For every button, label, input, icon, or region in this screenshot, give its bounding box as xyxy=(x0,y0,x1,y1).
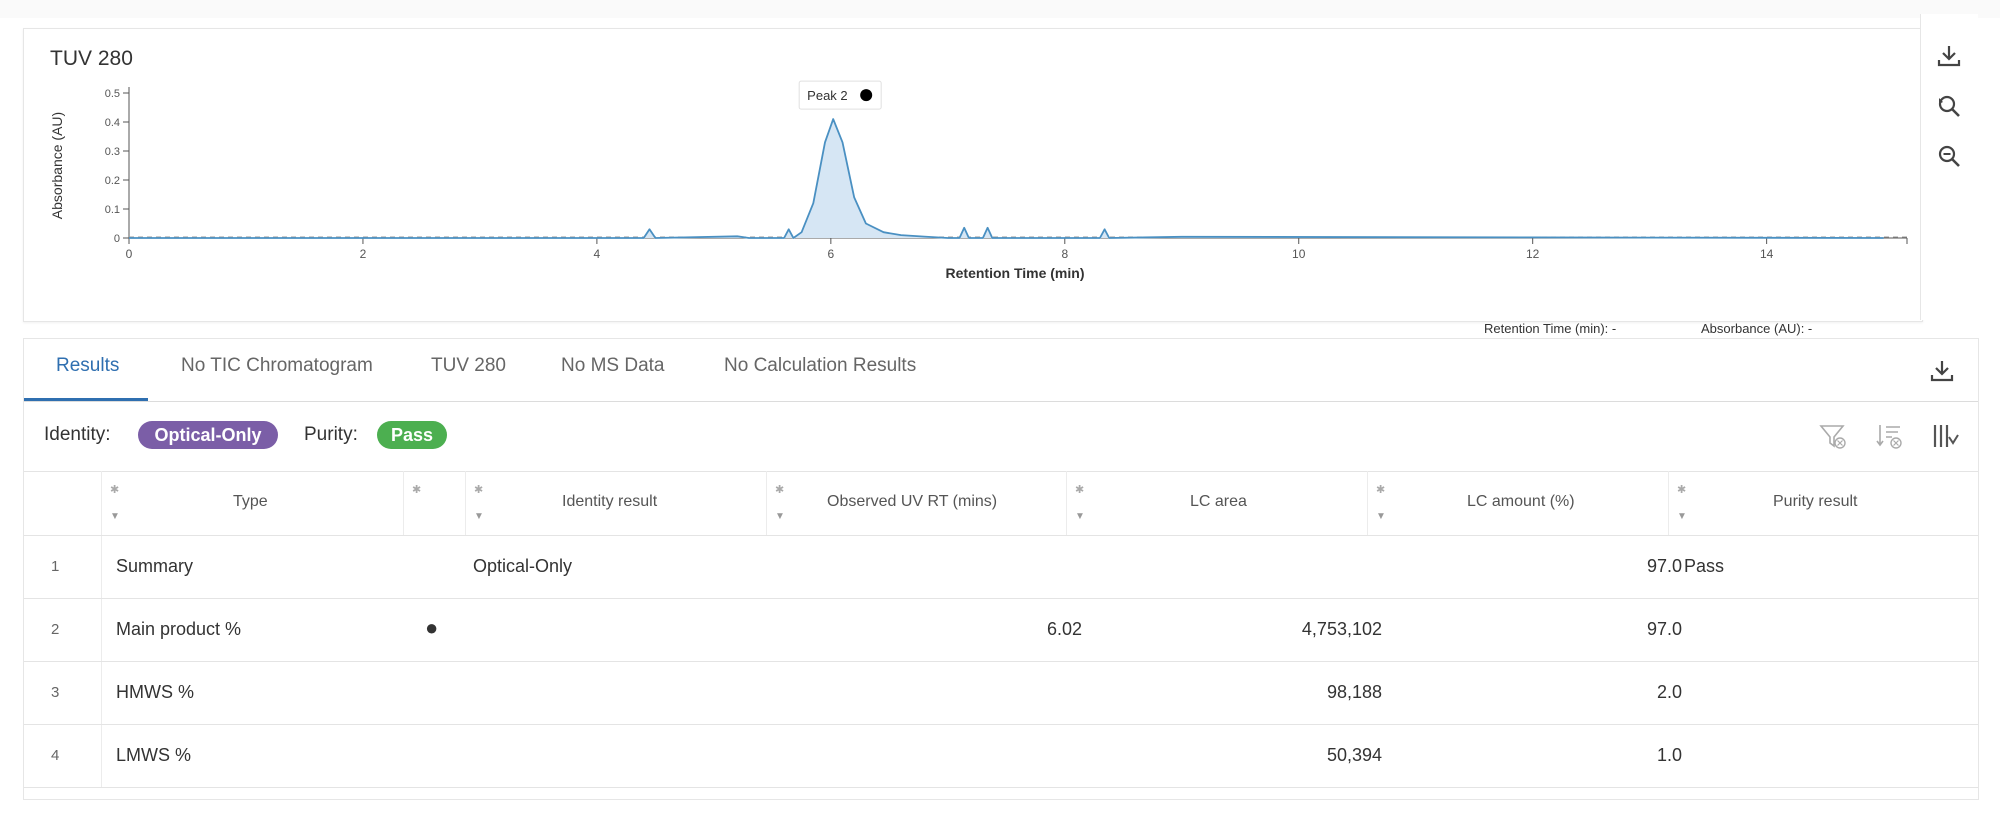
clear-filter-icon[interactable] xyxy=(1818,421,1848,451)
x-tick-label: 4 xyxy=(594,247,601,261)
pin-icon[interactable]: ✱ xyxy=(110,483,119,496)
pin-icon[interactable]: ✱ xyxy=(1677,483,1686,496)
x-tick-label: 12 xyxy=(1526,247,1540,261)
y-tick-label: 0.1 xyxy=(105,204,120,216)
row-number: 1 xyxy=(51,558,60,575)
tab-ms-data[interactable]: No MS Data xyxy=(561,355,664,377)
cell-amount: 1.0 xyxy=(1656,745,1682,765)
column-header-amount[interactable]: ✱ ▼ LC amount (%) xyxy=(1367,471,1669,535)
top-strip xyxy=(0,0,2000,18)
filter-icon[interactable]: ▼ xyxy=(1677,511,1687,522)
tab-tic-chromatogram[interactable]: No TIC Chromatogram xyxy=(181,355,373,377)
pin-icon[interactable]: ✱ xyxy=(775,483,784,496)
identity-label: Identity: xyxy=(44,424,111,445)
rt-readout: Retention Time (min): - xyxy=(1484,321,1617,336)
filter-icon[interactable]: ▼ xyxy=(1376,511,1386,522)
pin-icon[interactable]: ✱ xyxy=(412,483,421,496)
abs-readout: Absorbance (AU): - xyxy=(1701,321,1813,336)
cell-rt: 6.02 xyxy=(1046,619,1082,639)
peak-marker-dot xyxy=(860,89,873,102)
y-tick-label: 0 xyxy=(114,233,120,245)
filter-icon[interactable]: ▼ xyxy=(474,511,484,522)
table-row[interactable]: 3 HMWS % 98,188 2.0 xyxy=(24,662,1978,725)
y-tick-label: 0.4 xyxy=(105,117,120,129)
column-chooser-icon[interactable] xyxy=(1930,421,1960,451)
filter-icon[interactable]: ▼ xyxy=(110,511,120,522)
row-number: 4 xyxy=(51,747,60,764)
x-tick-label: 0 xyxy=(126,247,133,261)
pin-icon[interactable]: ✱ xyxy=(1376,483,1385,496)
x-tick-label: 6 xyxy=(827,247,834,261)
table-row[interactable]: 4 LMWS % 50,394 1.0 xyxy=(24,725,1978,788)
peak-label: Peak 2 xyxy=(807,88,847,103)
pin-icon[interactable]: ✱ xyxy=(474,483,483,496)
x-tick-label: 14 xyxy=(1760,247,1774,261)
x-axis-title: Retention Time (min) xyxy=(946,265,1085,281)
cell-type: Main product % xyxy=(116,619,242,639)
y-tick-label: 0.5 xyxy=(105,88,120,100)
x-tick-label: 2 xyxy=(360,247,367,261)
chromatogram-chart[interactable]: 0 2 4 6 8 10 12 14 0 0.1 0.2 0.3 0.4 0.5 Retention Tim… xyxy=(24,29,1922,321)
chart-plot: Peak 2 xyxy=(129,80,1907,239)
x-tick-label: 10 xyxy=(1292,247,1306,261)
cell-amount: 2.0 xyxy=(1656,682,1682,702)
cell-amount: 97.0 xyxy=(1646,619,1682,639)
cell-type: HMWS % xyxy=(116,682,194,702)
cell-purity: Pass xyxy=(1684,556,1725,576)
results-tabs: Results No TIC Chromatogram TUV 280 No M… xyxy=(24,339,1978,402)
column-header-area[interactable]: ✱ ▼ LC area xyxy=(1066,471,1368,535)
column-header-rt[interactable]: ✱ ▼ Observed UV RT (mins) xyxy=(766,471,1067,535)
zoom-reset-icon[interactable] xyxy=(1935,92,1963,120)
peak-area xyxy=(129,119,1884,238)
x-tick-label: 8 xyxy=(1061,247,1068,261)
row-number: 2 xyxy=(51,621,60,638)
cell-identity: Optical-Only xyxy=(473,556,573,576)
cell-area: 50,394 xyxy=(1326,745,1382,765)
y-tick-label: 0.2 xyxy=(105,175,120,187)
peak-marker: ● xyxy=(425,615,439,640)
tab-results[interactable]: Results xyxy=(56,355,119,377)
chart-axes: 0 2 4 6 8 10 12 14 0 0.1 0.2 0.3 0.4 0.5 Retention Tim… xyxy=(49,87,1908,281)
filter-icon[interactable]: ▼ xyxy=(1075,511,1085,522)
tab-calculation-results[interactable]: No Calculation Results xyxy=(724,355,916,377)
status-row: Identity: Optical-Only Purity: Pass xyxy=(24,401,1978,472)
table-header: ✱ ▼ Type ✱ ✱ ▼ Identity result ✱ ▼ Obser… xyxy=(24,471,1978,536)
tab-tuv-280[interactable]: TUV 280 xyxy=(431,355,506,377)
chromatogram-line xyxy=(129,118,1884,239)
table-row[interactable]: 1 Summary Optical-Only 97.0 Pass xyxy=(24,536,1978,599)
identity-badge: Optical-Only xyxy=(138,421,278,449)
column-header-identity[interactable]: ✱ ▼ Identity result xyxy=(465,471,767,535)
purity-label: Purity: xyxy=(304,424,358,445)
download-icon[interactable] xyxy=(1928,357,1956,385)
chart-toolbar xyxy=(1920,14,1978,320)
row-number: 3 xyxy=(51,684,60,701)
y-axis-title: Absorbance (AU) xyxy=(49,112,65,219)
cell-area: 4,753,102 xyxy=(1301,619,1382,639)
results-panel: Results No TIC Chromatogram TUV 280 No M… xyxy=(23,338,1979,800)
download-icon[interactable] xyxy=(1935,42,1963,70)
cell-type: Summary xyxy=(116,556,194,576)
zoom-out-icon[interactable] xyxy=(1935,142,1963,170)
table-row[interactable]: 2 Main product % ● 6.02 4,753,102 97.0 xyxy=(24,599,1978,662)
column-header-marker[interactable]: ✱ xyxy=(403,471,466,535)
purity-badge: Pass xyxy=(377,421,447,449)
y-tick-label: 0.3 xyxy=(105,146,120,158)
filter-icon[interactable]: ▼ xyxy=(775,511,785,522)
column-header-purity[interactable]: ✱ ▼ Purity result xyxy=(1668,471,1979,535)
pin-icon[interactable]: ✱ xyxy=(1075,483,1084,496)
cell-area: 98,188 xyxy=(1326,682,1382,702)
cell-amount: 97.0 xyxy=(1646,556,1682,576)
chart-panel: TUV 280 0 2 4 6 8 10 12 14 0 0.1 0.2 0.3 0.4 0.5 Reten… xyxy=(23,28,1923,336)
column-header-type[interactable]: ✱ ▼ Type xyxy=(101,471,404,535)
clear-sort-icon[interactable] xyxy=(1874,421,1904,451)
cell-type: LMWS % xyxy=(116,745,192,765)
